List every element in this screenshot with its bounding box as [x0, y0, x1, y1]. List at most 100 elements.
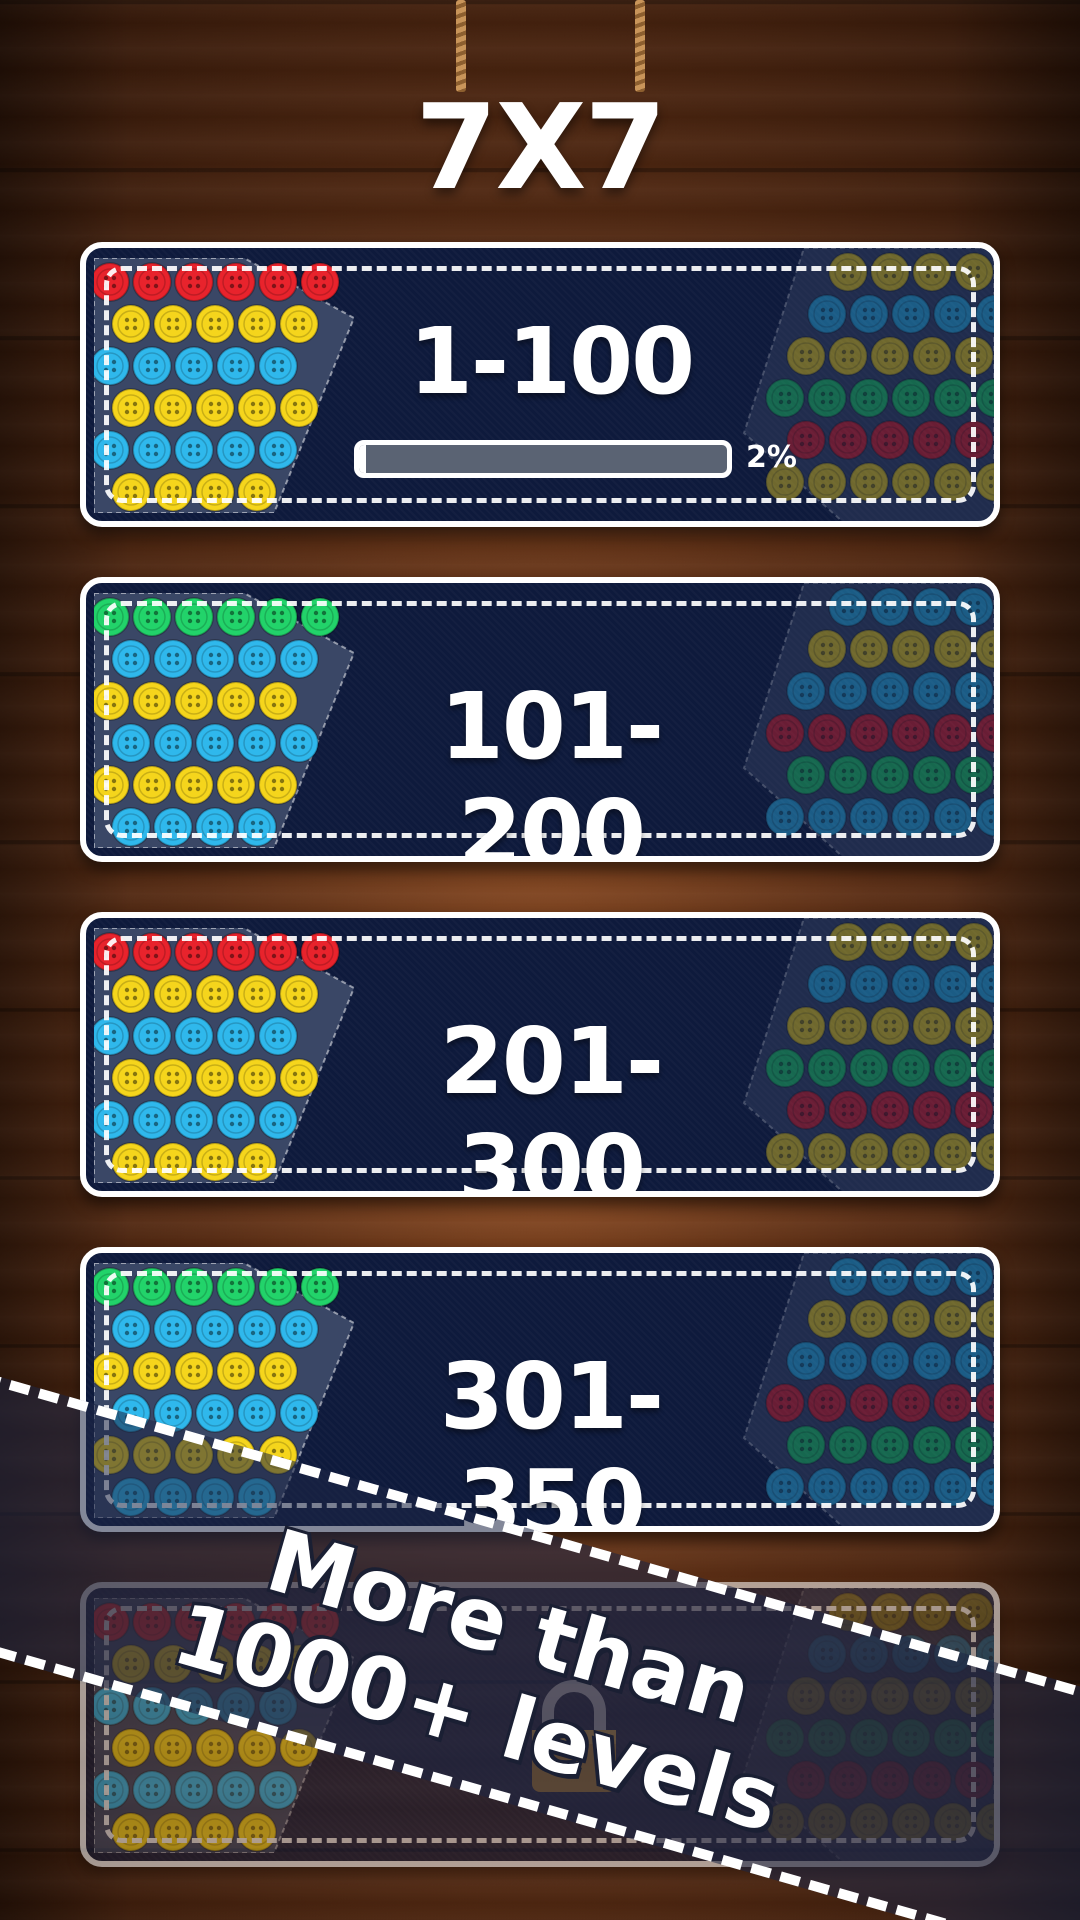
sewing-button	[132, 765, 172, 805]
sewing-button	[132, 597, 172, 637]
sewing-button	[300, 932, 340, 972]
sewing-button	[174, 765, 214, 805]
level-pack-card-2[interactable]: 101-200	[80, 577, 1000, 862]
sewing-button	[132, 1100, 172, 1140]
sewing-button	[912, 252, 952, 292]
sewing-button	[849, 1048, 889, 1088]
button-patch-left	[94, 928, 356, 1183]
sewing-button	[954, 671, 994, 711]
sewing-button	[258, 765, 298, 805]
sewing-button	[891, 797, 931, 837]
sewing-button	[807, 629, 847, 669]
sewing-button	[912, 336, 952, 376]
sewing-button	[912, 755, 952, 795]
sewing-button	[216, 1351, 256, 1391]
sewing-button	[828, 922, 868, 962]
sewing-button	[954, 1090, 994, 1130]
sewing-button	[153, 1142, 193, 1182]
sewing-button	[828, 1425, 868, 1465]
sewing-button	[174, 1016, 214, 1056]
sewing-button	[132, 430, 172, 470]
sewing-button	[891, 1048, 931, 1088]
sewing-button	[216, 346, 256, 386]
sewing-button	[174, 346, 214, 386]
progress-percent-label: 2%	[746, 440, 797, 475]
sewing-button	[300, 1267, 340, 1307]
sewing-button	[279, 1393, 319, 1433]
sewing-button	[933, 294, 973, 334]
sewing-button	[237, 1058, 277, 1098]
sewing-button	[807, 797, 847, 837]
sewing-button	[132, 1770, 172, 1810]
sewing-button	[933, 378, 973, 418]
sewing-button	[174, 1770, 214, 1810]
sewing-button	[258, 1351, 298, 1391]
sewing-button	[912, 1006, 952, 1046]
sewing-button	[954, 1592, 994, 1632]
sewing-button	[94, 597, 130, 637]
sewing-button	[237, 304, 277, 344]
sewing-button	[195, 388, 235, 428]
sewing-button	[891, 964, 931, 1004]
sewing-button	[912, 1341, 952, 1381]
sewing-button	[849, 1467, 889, 1507]
sewing-button	[174, 1100, 214, 1140]
sewing-button	[891, 462, 931, 502]
level-pack-card-1[interactable]: 1-100 2%	[80, 242, 1000, 527]
sewing-button	[258, 597, 298, 637]
sewing-button	[195, 639, 235, 679]
sewing-button	[132, 1351, 172, 1391]
sewing-button	[195, 304, 235, 344]
sewing-button	[258, 1016, 298, 1056]
level-range-label: 101-200	[439, 673, 664, 862]
sewing-button	[94, 346, 130, 386]
sewing-button	[258, 1770, 298, 1810]
sewing-button	[933, 713, 973, 753]
sewing-button	[954, 1006, 994, 1046]
sewing-button	[870, 252, 910, 292]
sewing-button	[132, 262, 172, 302]
sewing-button	[94, 430, 130, 470]
sewing-button	[807, 378, 847, 418]
sewing-button	[849, 797, 889, 837]
sewing-button	[828, 1006, 868, 1046]
grid-size-title: 7X7	[415, 78, 666, 216]
sewing-button	[216, 262, 256, 302]
sewing-button	[870, 922, 910, 962]
sewing-button	[849, 462, 889, 502]
sewing-button	[174, 932, 214, 972]
sewing-button	[807, 1467, 847, 1507]
sewing-button	[849, 378, 889, 418]
sewing-button	[954, 587, 994, 627]
sewing-button	[216, 1267, 256, 1307]
sewing-button	[933, 1048, 973, 1088]
sewing-button	[195, 1058, 235, 1098]
sewing-button	[111, 723, 151, 763]
sewing-button	[765, 1132, 805, 1172]
sewing-button	[870, 1592, 910, 1632]
sewing-button	[258, 1267, 298, 1307]
sewing-button	[912, 1425, 952, 1465]
sewing-button	[765, 1383, 805, 1423]
sewing-button	[153, 1812, 193, 1852]
sewing-button	[153, 1728, 193, 1768]
sewing-button	[786, 1341, 826, 1381]
sewing-button	[912, 587, 952, 627]
sewing-button	[870, 420, 910, 460]
sewing-button	[870, 1006, 910, 1046]
sewing-button	[828, 420, 868, 460]
sewing-button	[954, 252, 994, 292]
sewing-button	[933, 1383, 973, 1423]
level-pack-card-3[interactable]: 201-300	[80, 912, 1000, 1197]
sewing-button	[849, 1383, 889, 1423]
sewing-button	[174, 1351, 214, 1391]
sewing-button	[870, 1425, 910, 1465]
sewing-button	[828, 1090, 868, 1130]
sewing-button	[111, 1309, 151, 1349]
progress-fill	[359, 445, 367, 473]
sewing-button	[828, 336, 868, 376]
sewing-button	[912, 1257, 952, 1297]
sewing-button	[807, 964, 847, 1004]
sewing-button	[849, 294, 889, 334]
sewing-button	[153, 807, 193, 847]
